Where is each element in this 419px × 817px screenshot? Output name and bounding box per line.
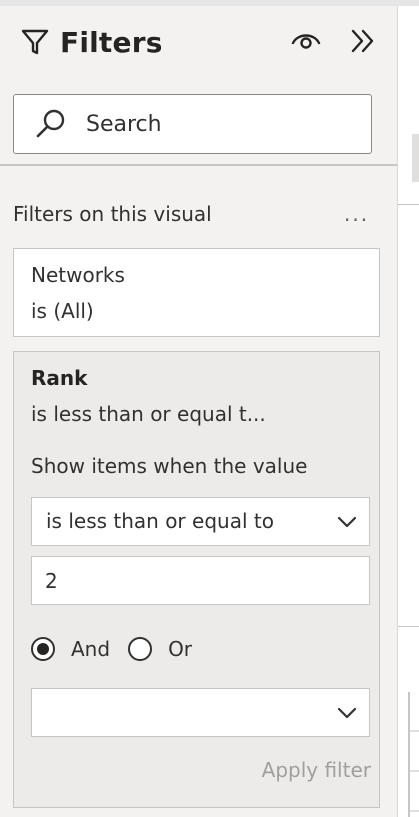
show-items-label: Show items when the value — [31, 454, 308, 478]
search-box[interactable] — [13, 94, 372, 154]
filter-field-name[interactable]: Rank — [31, 366, 87, 390]
pane-edge-divider — [398, 204, 419, 205]
or-radio-label: Or — [168, 637, 193, 661]
filters-screen: Filters Filters on this visual ... Netwo… — [0, 0, 419, 817]
and-radio[interactable] — [31, 637, 55, 661]
filter-field-name: Networks — [31, 263, 125, 287]
pane-title: Filters — [60, 25, 163, 59]
second-condition-dropdown[interactable] — [31, 688, 370, 737]
logic-radio-group: And Or — [31, 634, 210, 664]
chevron-down-icon — [337, 516, 357, 528]
condition-dropdown[interactable]: is less than or equal to — [31, 497, 370, 546]
filter-summary: is less than or equal t... — [31, 402, 266, 426]
eye-icon[interactable] — [290, 28, 322, 54]
pane-edge-divider — [398, 626, 419, 627]
pane-edge-cells — [408, 692, 419, 817]
search-icon — [36, 109, 65, 138]
filters-pane: Filters Filters on this visual ... Netwo… — [0, 6, 398, 817]
visualizations-pane-edge — [398, 6, 419, 817]
apply-filter-button[interactable]: Apply filter — [262, 758, 371, 782]
filter-card-rank: Rank is less than or equal t... Show ite… — [13, 351, 380, 808]
filter-card-networks[interactable]: Networks is (All) — [13, 248, 380, 337]
condition-dropdown-value: is less than or equal to — [46, 509, 274, 533]
pane-header: Filters — [20, 24, 163, 60]
and-radio-label: And — [71, 637, 111, 661]
section-header: Filters on this visual — [13, 202, 212, 226]
or-radio[interactable] — [128, 637, 153, 661]
chevron-down-icon — [337, 707, 357, 719]
double-chevron-right-icon[interactable] — [348, 26, 378, 56]
search-input[interactable] — [84, 110, 328, 138]
more-options-icon[interactable]: ... — [344, 202, 374, 226]
funnel-icon — [21, 29, 49, 55]
pane-edge-block — [412, 134, 419, 182]
filter-summary: is (All) — [31, 299, 94, 323]
condition-value-input[interactable] — [31, 556, 370, 605]
header-divider — [0, 164, 397, 166]
